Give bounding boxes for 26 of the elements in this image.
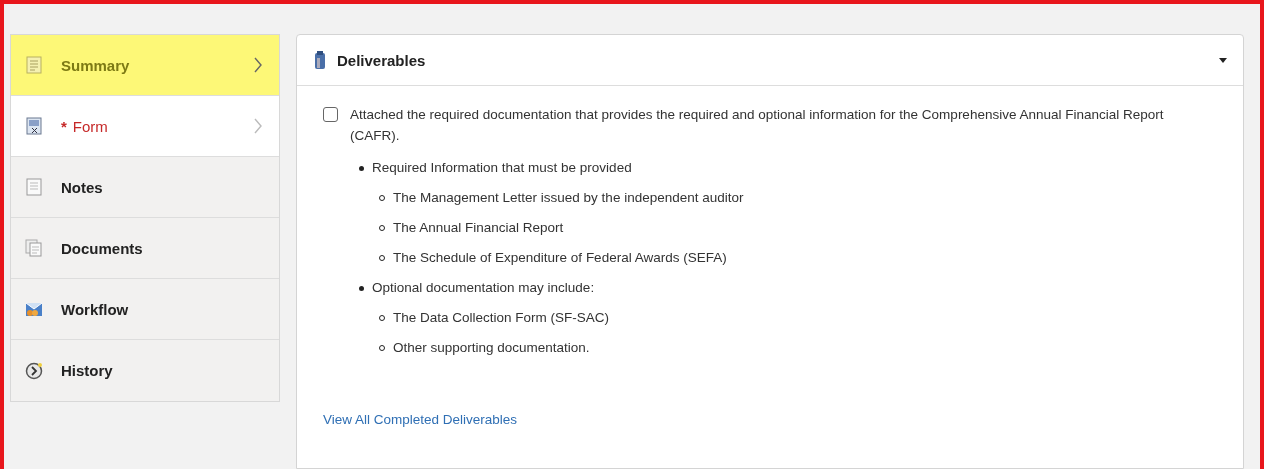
bullet-icon	[359, 165, 364, 171]
list-item: Other supporting documentation.	[393, 339, 590, 357]
document-icon	[25, 56, 43, 74]
clock-icon	[25, 361, 43, 380]
view-deliverables-link[interactable]: View All Completed Deliverables	[323, 412, 518, 427]
list-item: Optional documentation may include:	[372, 279, 595, 297]
checkbox[interactable]	[323, 107, 338, 122]
sidebar-item[interactable]: History	[11, 340, 279, 401]
list-item: The Data Collection Form (SF-SAC)	[393, 309, 610, 327]
sidebar-item[interactable]: Summary	[11, 35, 279, 96]
checkbox-label: Attached the required documentation that provides the required and optional information for the Comprehensive Annual Financial Report (CAFR).	[350, 106, 1165, 145]
sidebar-item[interactable]: Documents	[11, 218, 279, 279]
list-item: The Annual Financial Report	[393, 219, 564, 237]
sidebar-item[interactable]: * Form	[11, 96, 279, 157]
sidebar-item[interactable]: Workflow	[11, 279, 279, 340]
form-icon	[25, 117, 43, 135]
sidebar-item[interactable]: Notes	[11, 157, 279, 218]
list-item: Required Information that must be provided	[372, 159, 632, 177]
list-item: The Schedule of Expenditure of Federal Awards (SEFA)	[393, 249, 727, 267]
documents-icon	[25, 239, 43, 257]
panel-title: Deliverables	[337, 51, 427, 69]
list-item: The Management Letter issued by the independent auditor	[393, 189, 744, 207]
bullet-icon	[359, 285, 364, 291]
dropdown-caret-icon[interactable]	[1219, 57, 1227, 63]
workflow-icon	[25, 300, 43, 318]
note-icon	[25, 178, 43, 196]
